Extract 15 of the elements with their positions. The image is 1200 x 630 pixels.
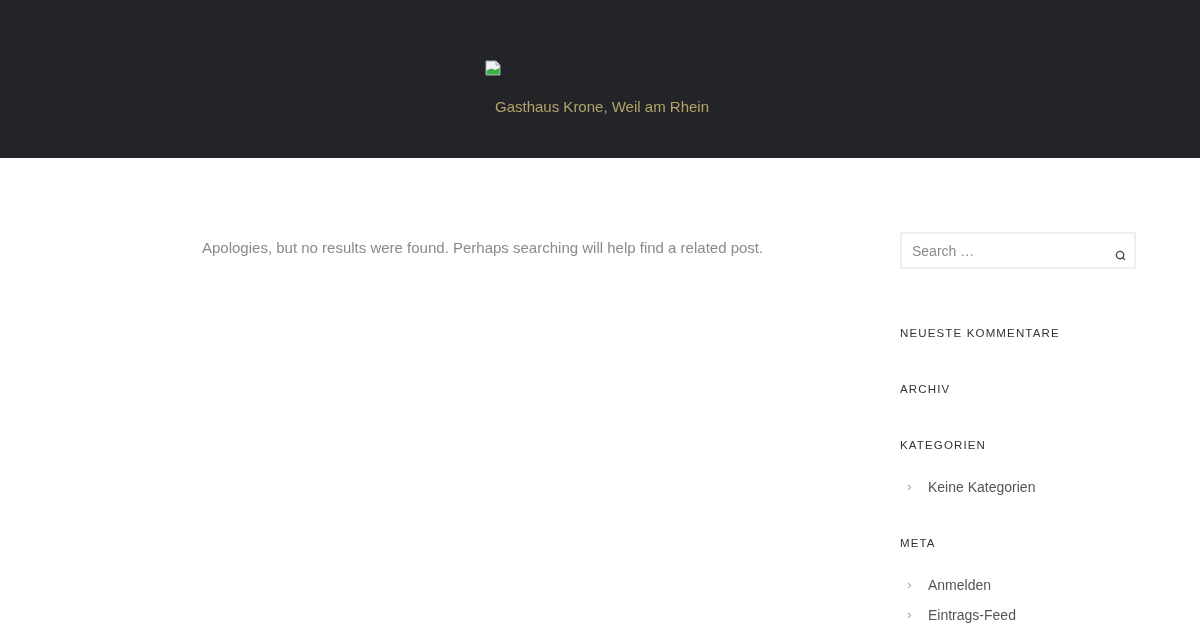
broken-image-icon — [485, 60, 501, 76]
search-field[interactable]: Search … — [900, 232, 1136, 269]
widget-heading: NEUESTE KOMMENTARE — [900, 326, 1061, 341]
widget-heading: KATEGORIEN — [900, 438, 988, 453]
widget-heading: ARCHIV — [900, 382, 952, 397]
search-icon[interactable] — [1115, 250, 1126, 261]
no-results-message: Apologies, but no results were found. Perhaps searching will help find a related post. — [202, 238, 765, 258]
chevron-icon — [905, 610, 914, 620]
widget-link[interactable]: Anmelden — [928, 573, 992, 597]
chevron-icon — [905, 580, 914, 590]
widget-link[interactable]: Keine Kategorien — [928, 475, 1036, 499]
site-title[interactable]: Gasthaus Krone, Weil am Rhein — [495, 97, 709, 117]
widget-heading: META — [900, 536, 937, 551]
widget-link[interactable]: Eintrags-Feed — [928, 603, 1016, 627]
chevron-icon — [905, 482, 914, 492]
